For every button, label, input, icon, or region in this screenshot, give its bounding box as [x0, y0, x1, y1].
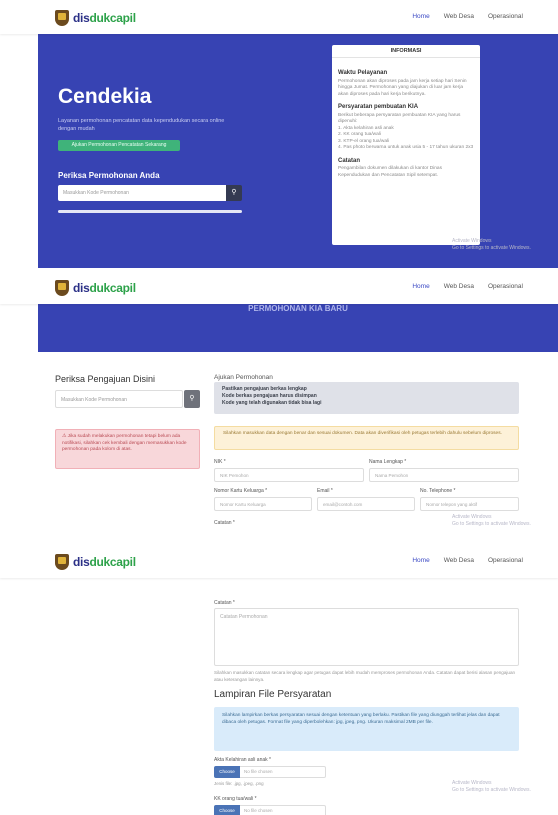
navbar: disdukcapil Home Web Desa Operasional [0, 544, 558, 578]
file2-choose-button[interactable]: Choose [214, 805, 240, 815]
brand-part1: dis [73, 11, 90, 25]
email-label: Email * [317, 488, 333, 494]
navbar: disdukcapil Home Web Desa Operasional [0, 270, 558, 304]
catatan-label: Catatan * [214, 600, 235, 606]
nav-home[interactable]: Home [412, 13, 429, 20]
screenshot-attachments: disdukcapil Home Web Desa Operasional Ca… [0, 544, 558, 815]
hero-subtitle: Layanan permohonan pencatatan data kepen… [58, 118, 225, 132]
nav-home[interactable]: Home [412, 557, 429, 564]
check-code-input[interactable]: Masukkan Kode Permohonan [55, 390, 183, 408]
file1-label: Akta Kelahiran asli anak * [214, 757, 271, 763]
search-icon: ⚲ [189, 395, 195, 402]
telp-label: No. Telephone * [420, 488, 456, 494]
nama-input[interactable]: Nama Pemohon [369, 468, 519, 482]
check-input[interactable]: Masukkan Kode Permohonan [58, 185, 226, 201]
activate-watermark: Activate Windows Go to Settings to activ… [452, 780, 531, 793]
check-form: Masukkan Kode Permohonan ⚲ [58, 185, 242, 201]
info-card-header: INFORMASI [332, 45, 480, 58]
info-heading-2: Persyaratan pembuatan KIA [338, 104, 419, 110]
divider-bar [58, 210, 242, 213]
nik-label: NIK * [214, 459, 226, 465]
info-heading-3: Catatan [338, 157, 361, 164]
email-input[interactable]: email@contoh.com [317, 497, 415, 511]
brand-logo[interactable]: disdukcapil [55, 9, 136, 27]
banner-title: PERMOHONAN KIA BARU [248, 304, 348, 313]
file2-status: No file chosen [240, 805, 326, 815]
info-text-1: Permohonan akan diproses pada jam kerja … [338, 78, 467, 97]
form-title: Ajukan Permohonan [214, 374, 273, 381]
nav-web-desa[interactable]: Web Desa [444, 557, 474, 564]
crest-icon [55, 10, 69, 26]
alert-warning: Silahkan masukkan data dengan benar dan … [214, 426, 519, 450]
file1-hint: Jenis file: .jpg, .jpeg, .png [214, 781, 264, 786]
crest-icon [55, 554, 69, 570]
telp-input[interactable]: Nomor telepon yang aktif [420, 497, 519, 511]
navbar: disdukcapil Home Web Desa Operasional [0, 0, 558, 34]
crest-icon [55, 280, 69, 296]
activate-watermark: Activate Windows Go to Settings to activ… [452, 238, 531, 251]
activate-watermark: Activate Windows Go to Settings to activ… [452, 514, 531, 527]
info-heading-1: Waktu Pelayanan [338, 70, 388, 76]
catatan-help: Silahkan masukkan catatan secara lengkap… [214, 670, 516, 682]
attachments-title: Lampiran File Persyaratan [214, 689, 332, 700]
nav-operasional[interactable]: Operasional [488, 13, 523, 20]
requirements-box: Pastikan pengajuan berkas lengkap Kode b… [214, 382, 519, 414]
check-section-title: Periksa Pengajuan Disini [55, 374, 156, 384]
nav-menu: Home Web Desa Operasional [412, 557, 523, 564]
info-card: INFORMASI Waktu Pelayanan Permohonan aka… [332, 45, 480, 245]
brand-logo[interactable]: disdukcapil [55, 279, 136, 297]
nav-web-desa[interactable]: Web Desa [444, 13, 474, 20]
nav-menu: Home Web Desa Operasional [412, 13, 523, 20]
search-icon: ⚲ [231, 189, 237, 196]
nokk-label: Nomor Kartu Keluarga * [214, 488, 268, 494]
nama-label: Nama Lengkap * [369, 459, 407, 465]
apply-button[interactable]: Ajukan Permohonan Pencatatan Sekarang [58, 140, 180, 151]
screenshot-form: PERMOHONAN KIA BARU disdukcapil Home Web… [0, 270, 558, 542]
file1-status: No file chosen [240, 766, 326, 778]
catatan-label: Catatan * [214, 520, 235, 526]
brand-part2: dukcapil [89, 11, 136, 25]
nav-home[interactable]: Home [412, 283, 429, 290]
search-button[interactable]: ⚲ [226, 185, 242, 201]
hero-title: Cendekia [58, 85, 152, 108]
info-text-3: Pengambilan dokumen dilakukan di kantor … [338, 166, 442, 178]
check-title: Periksa Permohonan Anda [58, 171, 160, 180]
nav-operasional[interactable]: Operasional [488, 557, 523, 564]
attachments-info: Silahkan lampirkan berkas persyaratan se… [214, 707, 519, 751]
search-button[interactable]: ⚲ [184, 390, 200, 408]
file2-label: KK orang tua/wali * [214, 796, 257, 802]
info-text-2: Berikut beberapa persyaratan pembuatan K… [338, 112, 461, 125]
alert-danger: ⚠ Jika sudah melakukan permohonan tetapi… [55, 429, 200, 469]
nav-menu: Home Web Desa Operasional [412, 283, 523, 290]
file1-choose-button[interactable]: Choose [214, 766, 240, 778]
brand-logo[interactable]: disdukcapil [55, 553, 136, 571]
nokk-input[interactable]: Nomor Kartu Keluarga [214, 497, 312, 511]
hero-section: Cendekia Layanan permohonan pencatatan d… [38, 34, 558, 268]
nav-web-desa[interactable]: Web Desa [444, 283, 474, 290]
file2-input[interactable]: Choose No file chosen [214, 805, 326, 815]
catatan-textarea[interactable]: Catatan Permohonan [214, 608, 519, 666]
nav-operasional[interactable]: Operasional [488, 283, 523, 290]
nik-input[interactable]: NIK Pemohon [214, 468, 364, 482]
file1-input[interactable]: Choose No file chosen [214, 766, 326, 778]
screenshot-home: disdukcapil Home Web Desa Operasional Ce… [0, 0, 558, 268]
info-list-item: 4. Pas photo berwarna untuk anak usia 5 … [338, 145, 474, 150]
